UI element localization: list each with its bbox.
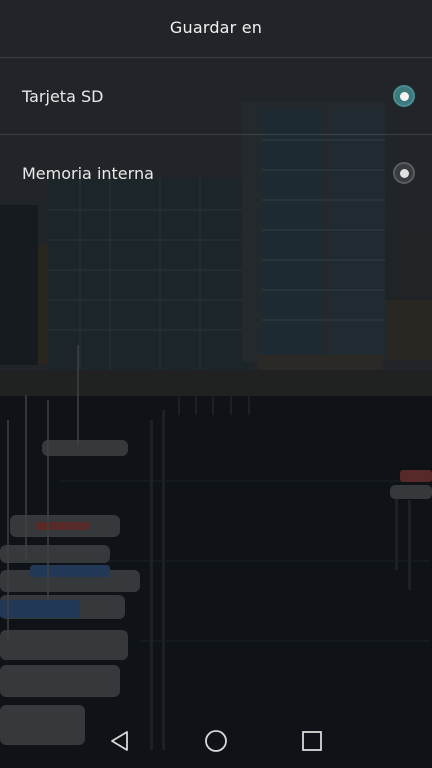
- navigation-bar: [0, 712, 432, 768]
- radio-dot-icon: [399, 91, 409, 101]
- radio-dot-icon: [399, 168, 409, 178]
- screen: Guardar en Tarjeta SD Memoria interna: [0, 0, 432, 768]
- home-button[interactable]: [201, 726, 231, 756]
- option-sd-card-label: Tarjeta SD: [22, 86, 104, 106]
- back-icon: [111, 731, 128, 751]
- option-sd-card[interactable]: Tarjeta SD: [0, 58, 432, 134]
- recents-button[interactable]: [297, 726, 327, 756]
- option-internal-memory[interactable]: Memoria interna: [0, 135, 432, 211]
- radio-sd-card-selected[interactable]: [393, 85, 415, 107]
- radio-internal-memory[interactable]: [393, 162, 415, 184]
- recents-icon: [302, 731, 322, 751]
- option-internal-memory-label: Memoria interna: [22, 163, 154, 183]
- back-button[interactable]: [105, 726, 135, 756]
- home-icon: [205, 730, 227, 752]
- dialog-title: Guardar en: [169, 18, 263, 37]
